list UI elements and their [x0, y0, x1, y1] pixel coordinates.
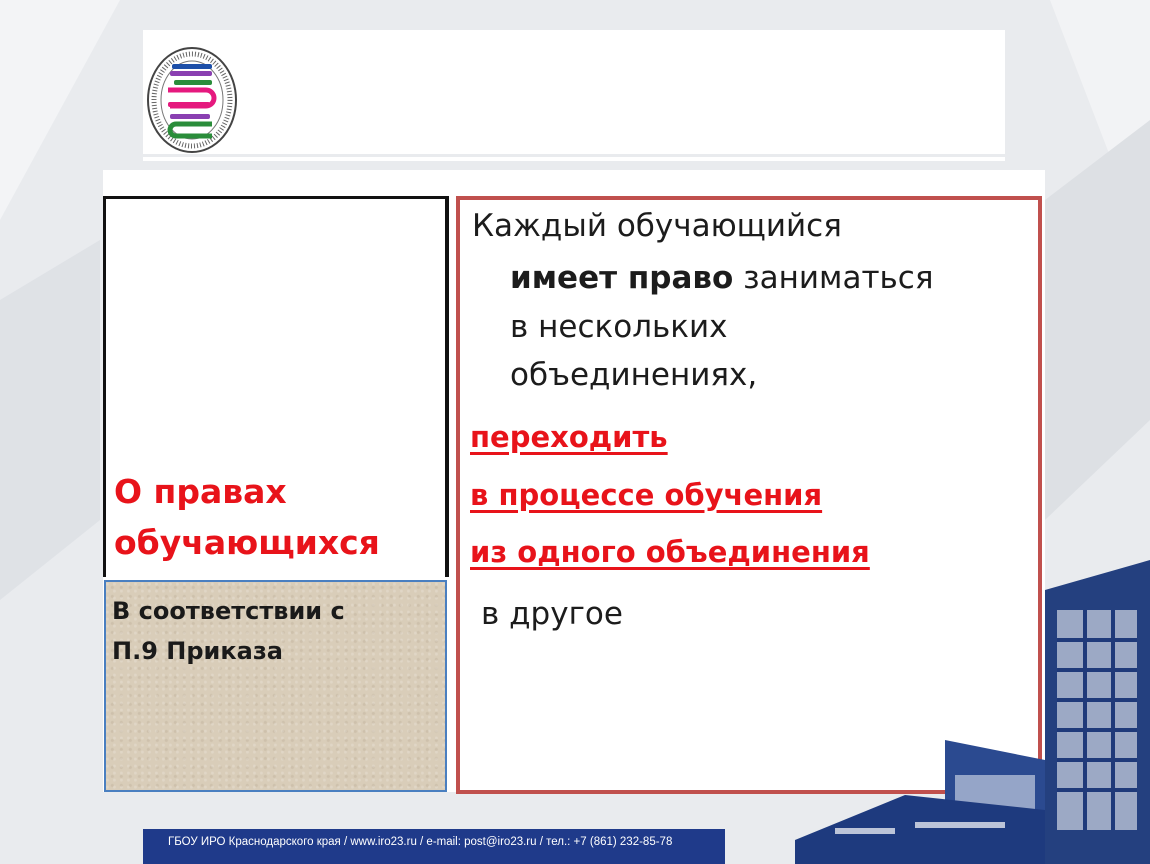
- reference-note-line-2: П.9 Приказа: [112, 637, 283, 665]
- building-illustration: [795, 560, 1150, 864]
- footer-contact-info: ГБОУ ИРО Краснодарского края / www.iro23…: [168, 836, 673, 848]
- main-line-1: Каждый обучающийся: [472, 208, 842, 244]
- main-line-3: в нескольких: [510, 309, 728, 345]
- header-panel: [143, 30, 1005, 154]
- reference-note-line-1: В соответствии с: [112, 597, 345, 625]
- slide-title-line-1: О правах: [114, 472, 287, 511]
- red-line-1: переходить: [470, 420, 668, 454]
- main-line-last: в другое: [481, 596, 623, 632]
- main-line-2-rest: заниматься: [733, 260, 934, 296]
- red-line-2: в процессе обучения: [470, 478, 823, 512]
- main-line-4: объединениях,: [510, 357, 758, 393]
- header-divider: [143, 157, 1005, 161]
- slide-title-line-2: обучающихся: [114, 523, 380, 562]
- iro-logo-icon: [147, 47, 237, 153]
- slide-title: О правах обучающихся: [114, 466, 444, 568]
- main-line-2: имеет право заниматься: [510, 260, 933, 296]
- main-line-2-bold: имеет право: [510, 260, 734, 296]
- reference-note: В соответствии с П.9 Приказа: [112, 591, 432, 671]
